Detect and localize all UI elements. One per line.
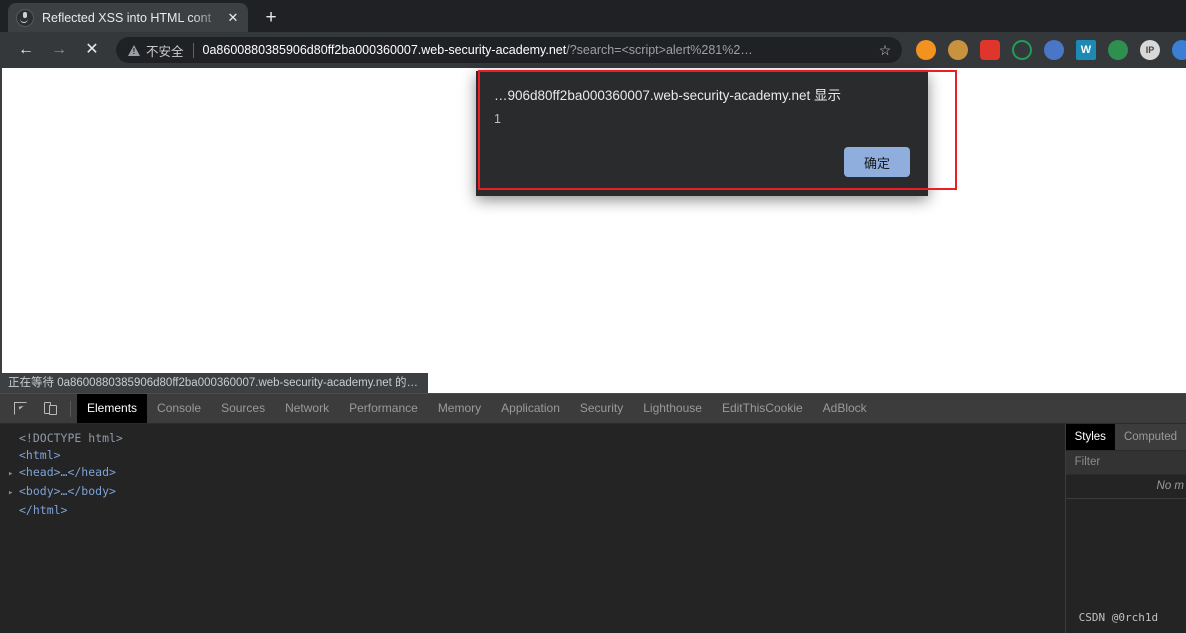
styles-filter-input[interactable]: Filter: [1065, 451, 1186, 475]
browser-toolbar: ← → ✕ 不安全 0a8600880385906d80ff2ba0003600…: [0, 32, 1186, 68]
forward-button[interactable]: →: [45, 36, 73, 64]
stop-loading-button[interactable]: ✕: [78, 36, 106, 64]
expand-triangle-icon[interactable]: ▸: [8, 466, 19, 483]
devtools-tab-performance[interactable]: Performance: [339, 394, 428, 423]
devtools-body: <!DOCTYPE html> <html> ▸ <head>…</head> ▸…: [0, 424, 1186, 633]
tab-strip: Reflected XSS into HTML cont ✕ +: [0, 0, 1186, 32]
url-text: 0a8600880385906d80ff2ba000360007.web-sec…: [203, 43, 874, 57]
devtools-tab-network[interactable]: Network: [275, 394, 339, 423]
devtools-panel: Elements Console Sources Network Perform…: [0, 393, 1186, 633]
devtools-tab-editthiscookie[interactable]: EditThisCookie: [712, 394, 813, 423]
devtools-tab-console[interactable]: Console: [147, 394, 211, 423]
dialog-origin-label: …906d80ff2ba000360007.web-security-acade…: [494, 88, 841, 103]
dialog-ok-button[interactable]: 确定: [844, 147, 910, 177]
extension-wappalyzer-icon[interactable]: [1044, 40, 1064, 60]
devtools-tab-application[interactable]: Application: [491, 394, 570, 423]
devtools-toolbar: Elements Console Sources Network Perform…: [0, 394, 1186, 424]
extension-hexagon-icon[interactable]: [1012, 40, 1032, 60]
devtools-tab-lighthouse[interactable]: Lighthouse: [633, 394, 712, 423]
computed-tab[interactable]: Computed: [1115, 424, 1186, 450]
burp-academy-favicon-icon: [16, 8, 34, 27]
omnibox-divider: [192, 42, 194, 58]
dialog-message-text: 1: [494, 112, 501, 126]
extensions-tray: W IP: [910, 40, 1186, 60]
device-toolbar-icon[interactable]: [38, 396, 64, 422]
dom-node-row[interactable]: ▸ <head>…</head>: [8, 464, 1065, 483]
tab-title: Reflected XSS into HTML cont: [42, 10, 212, 25]
expand-triangle-icon[interactable]: ▸: [8, 485, 19, 502]
extension-globe-icon[interactable]: [1108, 40, 1128, 60]
extension-partial-icon[interactable]: [1172, 40, 1186, 60]
dom-node-text: </html>: [19, 503, 68, 517]
dom-node-row[interactable]: <html>: [8, 447, 1065, 464]
extension-burp-icon[interactable]: [980, 40, 1000, 60]
dom-node-text: <body>…</body>: [19, 484, 116, 498]
devtools-tab-adblock[interactable]: AdBlock: [813, 394, 877, 423]
dom-node-row[interactable]: <!DOCTYPE html>: [8, 430, 1065, 447]
dom-node-text: <head>…</head>: [19, 465, 116, 479]
extension-ip-icon[interactable]: IP: [1140, 40, 1160, 60]
extension-orange-icon[interactable]: [916, 40, 936, 60]
devtools-tab-security[interactable]: Security: [570, 394, 633, 423]
bookmark-star-icon[interactable]: ☆: [874, 42, 896, 59]
styles-sidebar-tabs: Styles Computed: [1065, 424, 1186, 451]
dom-node-row[interactable]: </html>: [8, 502, 1065, 519]
url-path: /?search=<script>alert%281%2…: [566, 43, 753, 57]
dom-node-text: <html>: [19, 448, 61, 462]
devtools-toolbar-divider: [70, 400, 71, 417]
csdn-watermark: CSDN @0rch1d: [1078, 611, 1159, 624]
dom-node-text: <!DOCTYPE html>: [19, 431, 123, 445]
viewport-left-edge: [0, 68, 2, 393]
devtools-tab-elements[interactable]: Elements: [77, 394, 148, 423]
not-secure-warning-icon[interactable]: [128, 44, 140, 56]
inspect-element-icon[interactable]: [8, 396, 34, 422]
browser-window: Reflected XSS into HTML cont ✕ + ← → ✕ 不…: [0, 0, 1186, 633]
back-button[interactable]: ←: [12, 36, 40, 64]
dom-node-row[interactable]: ▸ <body>…</body>: [8, 483, 1065, 502]
security-status-label: 不安全: [146, 44, 184, 59]
browser-tab[interactable]: Reflected XSS into HTML cont ✕: [8, 3, 248, 32]
new-tab-button[interactable]: +: [258, 5, 284, 31]
extension-cookie-icon[interactable]: [948, 40, 968, 60]
status-bar: 正在等待 0a8600880385906d80ff2ba000360007.we…: [0, 373, 429, 393]
close-tab-icon[interactable]: ✕: [224, 9, 242, 27]
javascript-alert-dialog: …906d80ff2ba000360007.web-security-acade…: [476, 71, 928, 196]
styles-empty-message: No m: [1065, 475, 1186, 499]
url-host: 0a8600880385906d80ff2ba000360007.web-sec…: [202, 43, 567, 57]
devtools-tab-sources[interactable]: Sources: [211, 394, 275, 423]
address-bar[interactable]: 不安全 0a8600880385906d80ff2ba000360007.web…: [116, 37, 902, 63]
styles-sidebar: Styles Computed Filter No m CSDN @0rch1d: [1064, 424, 1186, 633]
devtools-tab-memory[interactable]: Memory: [428, 394, 491, 423]
styles-tab[interactable]: Styles: [1065, 424, 1115, 450]
extension-wayback-icon[interactable]: W: [1076, 40, 1096, 60]
dom-tree-pane[interactable]: <!DOCTYPE html> <html> ▸ <head>…</head> ▸…: [0, 424, 1065, 633]
